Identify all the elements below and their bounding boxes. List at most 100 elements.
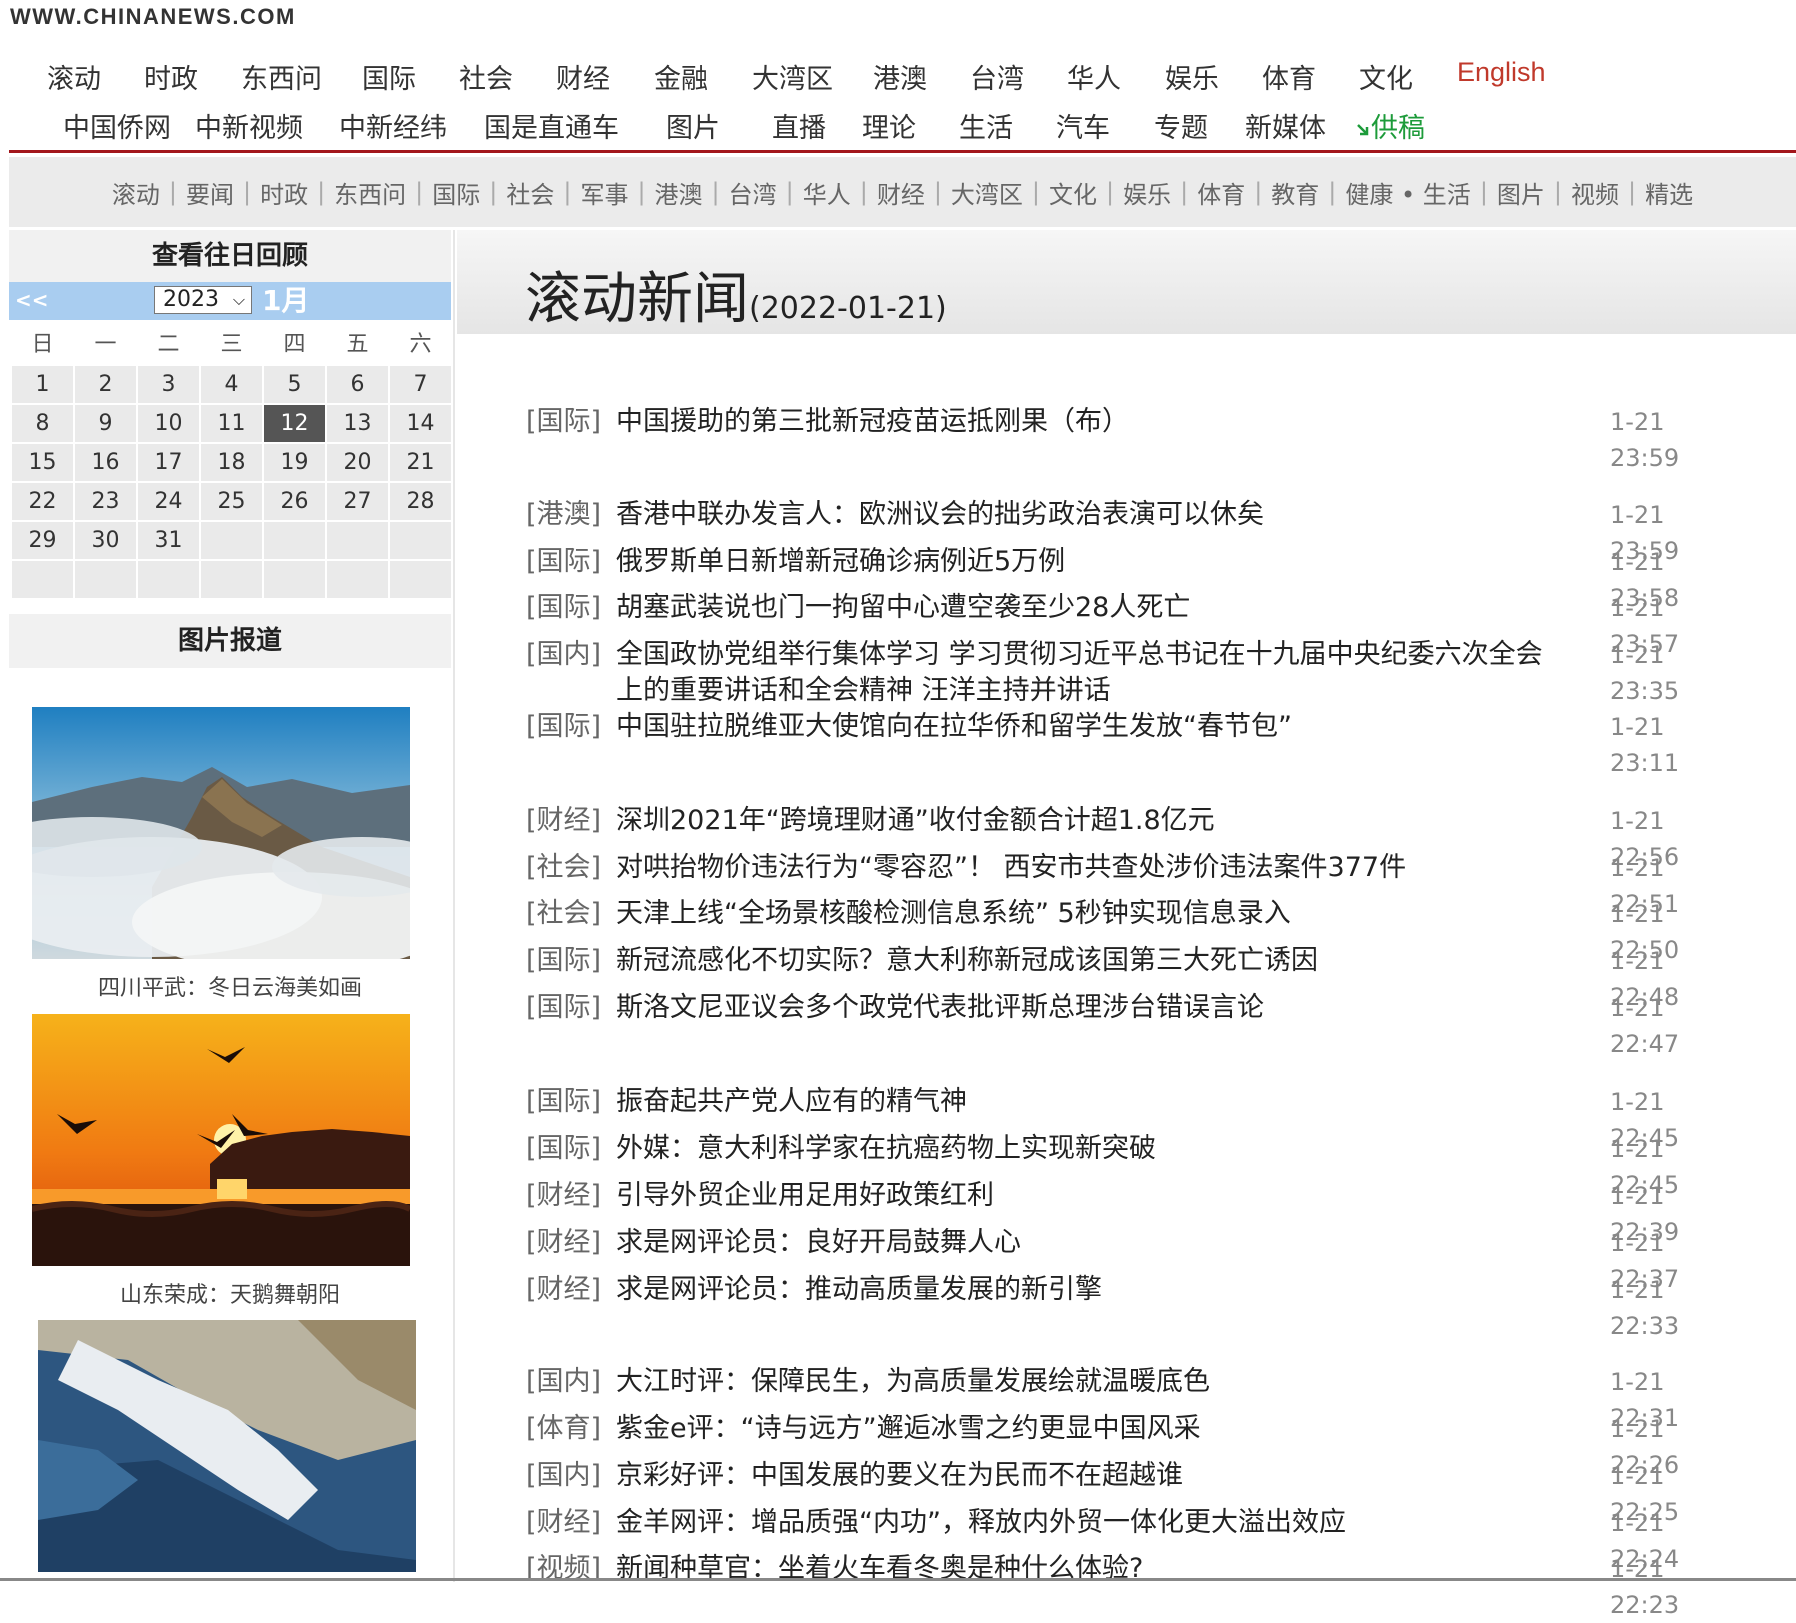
news-category[interactable]: [国际] [526,404,601,440]
news-title[interactable]: 香港中联办发言人：欧洲议会的拙劣政治表演可以休矣 [616,497,1556,533]
news-category[interactable]: [港澳] [526,497,601,533]
news-title[interactable]: 深圳2021年“跨境理财通”收付金额合计超1.8亿元 [616,803,1556,839]
news-category[interactable]: [财经] [526,1505,601,1541]
photo-caption[interactable]: 山东荣成：天鹅舞朝阳 [9,1277,451,1309]
news-title[interactable]: 天津上线“全场景核酸检测信息系统” 5秒钟实现信息录入 [616,896,1556,932]
news-category[interactable]: [国际] [526,990,601,1026]
subnav-item[interactable]: 港澳 [655,175,703,210]
calendar-day[interactable]: 13 [327,405,388,442]
news-title[interactable]: 引导外贸企业用足用好政策红利 [616,1178,1556,1214]
news-category[interactable]: [国际] [526,943,601,979]
news-title[interactable]: 大江时评：保障民生，为高质量发展绘就温暖底色 [616,1364,1556,1400]
subnav-item[interactable]: 教育 [1271,175,1319,210]
year-select[interactable]: 2023 ⌵ [154,286,252,314]
nav-item[interactable]: 时政 [144,57,198,96]
photo-glacier[interactable] [38,1320,416,1572]
photo-swans-sunrise[interactable] [32,1014,410,1266]
nav-item[interactable]: 社会 [459,57,513,96]
news-title[interactable]: 新冠流感化不切实际？意大利称新冠成该国第三大死亡诱因 [616,943,1556,979]
photo-cloud-sea[interactable] [32,707,410,959]
nav-item[interactable]: 中新视频 [195,106,303,145]
nav-item[interactable]: 中新经纬 [339,106,447,145]
nav-item[interactable]: 新媒体 [1245,106,1326,145]
subnav-item[interactable]: 台湾 [729,175,777,210]
nav-item[interactable]: 娱乐 [1165,57,1219,96]
news-title[interactable]: 金羊网评：增品质强“内功”，释放内外贸一体化更大溢出效应 [616,1505,1556,1541]
subnav-item[interactable]: 东西问 [334,175,406,210]
calendar-day[interactable]: 23 [75,483,136,520]
nav-item[interactable]: 图片 [666,106,720,145]
site-logo[interactable]: WWW.CHINANEWS.COM [10,4,296,30]
calendar-day[interactable]: 31 [138,522,199,559]
subnav-item[interactable]: 大湾区 [951,175,1023,210]
subnav-item[interactable]: 精选 [1645,175,1693,210]
news-category[interactable]: [国际] [526,1084,601,1120]
subnav-item[interactable]: 时政 [260,175,308,210]
calendar-day[interactable]: 25 [201,483,262,520]
calendar-day[interactable]: 3 [138,366,199,403]
subnav-item[interactable]: 要闻 [186,175,234,210]
subnav-item[interactable]: 娱乐 [1123,175,1171,210]
calendar-day[interactable]: 4 [201,366,262,403]
news-category[interactable]: [财经] [526,1178,601,1214]
subnav-item[interactable]: 文化 [1049,175,1097,210]
news-category[interactable]: [国际] [526,544,601,580]
news-category[interactable]: [体育] [526,1411,601,1447]
news-title[interactable]: 中国援助的第三批新冠疫苗运抵刚果（布） [616,404,1556,440]
subnav-item[interactable]: 滚动 [112,175,160,210]
calendar-day[interactable]: 20 [327,444,388,481]
news-title[interactable]: 全国政协党组举行集体学习 学习贯彻习近平总书记在十九届中央纪委六次全会上的重要讲… [616,637,1556,709]
subnav-item[interactable]: 国际 [432,175,480,210]
nav-item[interactable]: 国是直通车 [484,106,619,145]
subnav-item[interactable]: 视频 [1571,175,1619,210]
calendar-day[interactable]: 21 [390,444,451,481]
subnav-item[interactable]: 华人 [803,175,851,210]
subnav-item[interactable]: 图片 [1497,175,1545,210]
calendar-day[interactable]: 30 [75,522,136,559]
calendar-day[interactable]: 17 [138,444,199,481]
subnav-item[interactable]: 社会 [506,175,554,210]
nav-item[interactable]: 体育 [1262,57,1316,96]
nav-item[interactable]: 理论 [862,106,916,145]
calendar-day[interactable]: 15 [12,444,73,481]
news-category[interactable]: [国际] [526,1131,601,1167]
nav-item[interactable]: 台湾 [970,57,1024,96]
calendar-day[interactable]: 5 [264,366,325,403]
calendar-day[interactable]: 10 [138,405,199,442]
calendar-day[interactable]: 14 [390,405,451,442]
calendar-day[interactable]: 9 [75,405,136,442]
calendar-day[interactable]: 27 [327,483,388,520]
news-title[interactable]: 对哄抬物价违法行为“零容忍”！ 西安市共查处涉价违法案件377件 [616,850,1556,886]
news-category[interactable]: [国际] [526,590,601,626]
news-title[interactable]: 中国驻拉脱维亚大使馆向在拉华侨和留学生发放“春节包” [616,709,1556,745]
news-title[interactable]: 外媒：意大利科学家在抗癌药物上实现新突破 [616,1131,1556,1167]
news-category[interactable]: [国内] [526,637,601,673]
nav-item[interactable]: 生活 [959,106,1013,145]
news-category[interactable]: [社会] [526,896,601,932]
nav-item[interactable]: 滚动 [47,57,101,96]
nav-item[interactable]: 专题 [1154,106,1208,145]
calendar-day[interactable]: 6 [327,366,388,403]
news-title[interactable]: 京彩好评：中国发展的要义在为民而不在超越谁 [616,1458,1556,1494]
photo-caption[interactable]: 四川平武：冬日云海美如画 [9,970,451,1002]
calendar-day[interactable]: 2 [75,366,136,403]
nav-item[interactable]: 东西问 [241,57,322,96]
calendar-day[interactable]: 8 [12,405,73,442]
news-title[interactable]: 斯洛文尼亚议会多个政党代表批评斯总理涉台错误言论 [616,990,1556,1026]
news-title[interactable]: 求是网评论员：良好开局鼓舞人心 [616,1225,1556,1261]
prev-year-button[interactable]: << [15,288,49,312]
calendar-day[interactable]: 29 [12,522,73,559]
nav-item[interactable]: 直播 [772,106,826,145]
nav-item[interactable]: 港澳 [873,57,927,96]
news-category[interactable]: [财经] [526,803,601,839]
nav-item-submit[interactable]: 供稿 [1355,106,1425,145]
calendar-day[interactable]: 7 [390,366,451,403]
news-category[interactable]: [财经] [526,1272,601,1308]
calendar-day[interactable]: 11 [201,405,262,442]
calendar-day[interactable]: 16 [75,444,136,481]
calendar-day[interactable]: 24 [138,483,199,520]
nav-item[interactable]: 文化 [1359,57,1413,96]
calendar-day[interactable]: 18 [201,444,262,481]
calendar-day[interactable]: 1 [12,366,73,403]
nav-item[interactable]: 财经 [556,57,610,96]
